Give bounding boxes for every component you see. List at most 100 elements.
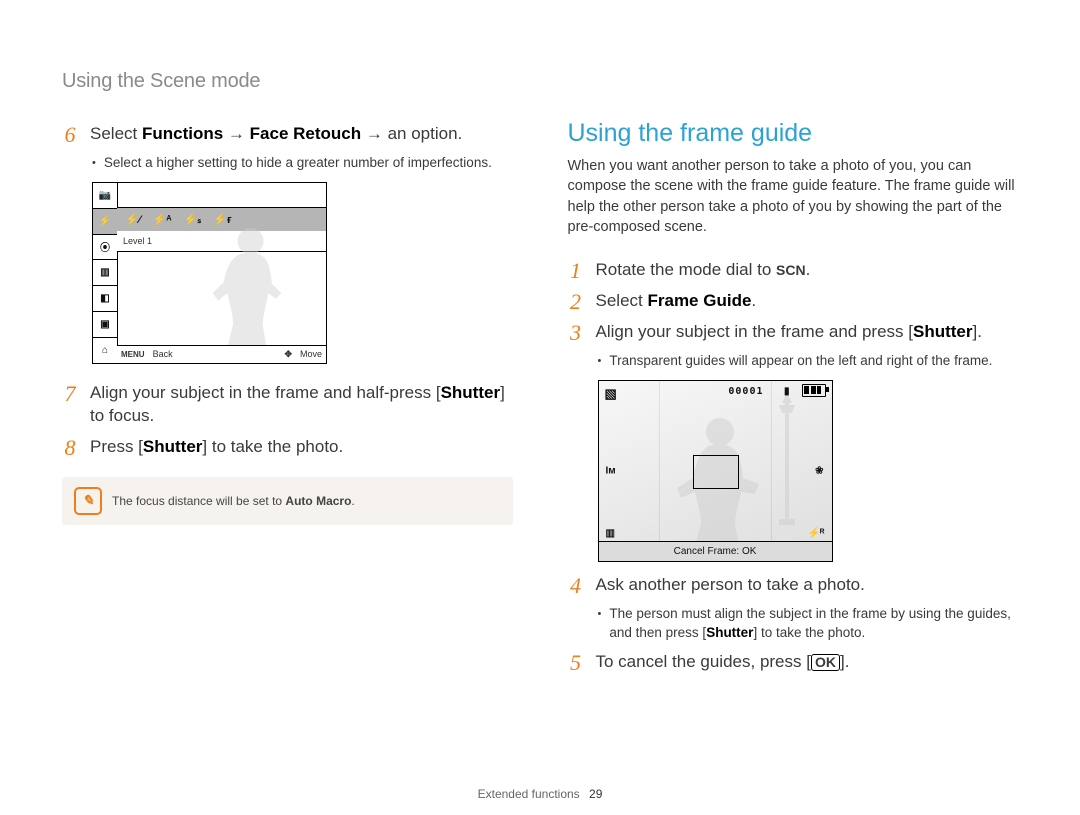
- page-header: Using the Scene mode: [62, 70, 1018, 93]
- left-column: 6 Select Functions → Face Retouch → an o…: [62, 119, 513, 682]
- page: Using the Scene mode 6 Select Functions …: [0, 0, 1080, 815]
- level-label: Level 1: [123, 236, 152, 246]
- step-7: 7 Align your subject in the frame and ha…: [62, 382, 513, 428]
- bold-text: Face Retouch: [250, 124, 361, 143]
- step-6-text: Select Functions → Face Retouch → an opt…: [90, 123, 462, 146]
- ok-button-glyph: OK: [811, 654, 840, 671]
- frame-guide-left: [621, 381, 660, 542]
- step-4-text: Ask another person to take a photo.: [596, 574, 865, 597]
- shot-counter: 00001: [728, 386, 763, 397]
- text: .: [751, 291, 756, 310]
- mode-icon: ▣: [93, 311, 117, 337]
- focus-rectangle: [693, 455, 739, 489]
- text: Select a higher setting to hide a greate…: [104, 154, 492, 174]
- camera-screen-face-retouch: 📷 ⚡ ⦿ ▥ ◧ ▣ ⌂ ⚡⁄ ⚡ᴬ ⚡ₛ ⚡ғ Level 1: [92, 182, 327, 364]
- bold-text: Shutter: [441, 383, 501, 402]
- step-number: 6: [62, 123, 78, 146]
- arrow-text: →: [223, 124, 249, 143]
- text: ] to take the photo.: [753, 625, 865, 640]
- text: .: [351, 494, 354, 508]
- text: ].: [973, 322, 982, 341]
- step-8-text: Press [Shutter] to take the photo.: [90, 436, 343, 459]
- subject-silhouette: [196, 217, 296, 347]
- text: .: [806, 260, 811, 279]
- step-2-text: Select Frame Guide.: [596, 290, 757, 313]
- bold-text: Frame Guide: [647, 291, 751, 310]
- text: To cancel the guides, press [: [596, 652, 811, 671]
- step-6-subnote: Select a higher setting to hide a greate…: [92, 154, 513, 174]
- step-number: 7: [62, 382, 78, 405]
- flash-off-icon: ⚡⁄: [125, 213, 141, 226]
- step-number: 5: [568, 651, 584, 674]
- move-label: Move: [296, 349, 326, 359]
- mode-icon: ▧: [605, 386, 617, 402]
- note-callout: ✎ The focus distance will be set to Auto…: [62, 477, 513, 525]
- mode-icon: 📷: [93, 183, 117, 208]
- bold-text: Shutter: [913, 322, 973, 341]
- text: The focus distance will be set to: [112, 494, 285, 508]
- bottom-hint-bar: MENU Back ✥ Move: [117, 345, 326, 363]
- dpad-icon: ✥: [280, 349, 296, 360]
- bold-text: Auto Macro: [285, 494, 351, 508]
- mode-icon: ◧: [93, 285, 117, 311]
- camera-screen-frame-guide: ▧ 00001 ▮ Iм ❀ ▥ ⚡ᴿ Cancel Frame: OK: [598, 380, 833, 562]
- text: ].: [840, 652, 849, 671]
- bottom-hint-bar: Cancel Frame: OK: [599, 541, 832, 561]
- page-number: 29: [589, 787, 602, 801]
- step-3-text: Align your subject in the frame and pres…: [596, 321, 982, 344]
- text: Align your subject in the frame and half…: [90, 383, 441, 402]
- macro-icon: ❀: [815, 465, 823, 476]
- mode-icon-strip: 📷 ⚡ ⦿ ▥ ◧ ▣ ⌂: [93, 183, 118, 363]
- step-8: 8 Press [Shutter] to take the photo.: [62, 436, 513, 459]
- text: → an option.: [361, 124, 462, 143]
- flash-auto-icon: ⚡ᴬ: [153, 213, 172, 226]
- section-heading: Using the frame guide: [568, 119, 1019, 148]
- resolution-icon: Iм: [606, 465, 616, 476]
- text: Select: [596, 291, 648, 310]
- mode-icon: ▥: [93, 259, 117, 285]
- footer-section: Extended functions: [478, 787, 580, 801]
- text: The person must align the subject in the…: [609, 605, 1018, 643]
- right-column: Using the frame guide When you want anot…: [568, 119, 1019, 682]
- step-1-text: Rotate the mode dial to SCN.: [596, 259, 811, 282]
- bold-text: Shutter: [706, 625, 753, 640]
- text: Rotate the mode dial to: [596, 260, 777, 279]
- two-column-layout: 6 Select Functions → Face Retouch → an o…: [62, 119, 1018, 682]
- quality-icon: ▥: [606, 528, 615, 539]
- step-2: 2 Select Frame Guide.: [568, 290, 1019, 313]
- step-number: 2: [568, 290, 584, 313]
- mode-scn-label: SCN: [776, 262, 806, 278]
- note-icon: ✎: [74, 487, 102, 515]
- step-3-subnote: Transparent guides will appear on the le…: [598, 352, 1019, 372]
- page-footer: Extended functions 29: [0, 787, 1080, 801]
- step-3: 3 Align your subject in the frame and pr…: [568, 321, 1019, 344]
- step-1: 1 Rotate the mode dial to SCN.: [568, 259, 1019, 282]
- step-4: 4 Ask another person to take a photo.: [568, 574, 1019, 597]
- mode-icon: ⌂: [93, 337, 117, 363]
- step-number: 3: [568, 321, 584, 344]
- text: Align your subject in the frame and pres…: [596, 322, 914, 341]
- sd-card-icon: ▮: [784, 386, 790, 397]
- text: ] to take the photo.: [202, 437, 343, 456]
- menu-glyph: MENU: [117, 350, 149, 359]
- step-5: 5 To cancel the guides, press [OK].: [568, 651, 1019, 674]
- text: Select: [90, 124, 142, 143]
- step-number: 8: [62, 436, 78, 459]
- battery-icon: [802, 384, 826, 400]
- bold-text: Shutter: [143, 437, 203, 456]
- step-5-text: To cancel the guides, press [OK].: [596, 651, 850, 674]
- step-7-text: Align your subject in the frame and half…: [90, 382, 513, 428]
- mode-icon-flash-selected: ⚡: [93, 208, 117, 234]
- note-text: The focus distance will be set to Auto M…: [112, 494, 355, 508]
- step-4-subnote: The person must align the subject in the…: [598, 605, 1019, 643]
- streetlamp-silhouette: [776, 393, 798, 543]
- step-number: 1: [568, 259, 584, 282]
- step-number: 4: [568, 574, 584, 597]
- bold-text: Functions: [142, 124, 223, 143]
- back-label: Back: [149, 349, 177, 359]
- mode-icon-focus: ⦿: [93, 234, 117, 260]
- flash-indicator-icon: ⚡ᴿ: [807, 528, 824, 539]
- text: Transparent guides will appear on the le…: [609, 352, 992, 372]
- step-6: 6 Select Functions → Face Retouch → an o…: [62, 123, 513, 146]
- text: Press [: [90, 437, 143, 456]
